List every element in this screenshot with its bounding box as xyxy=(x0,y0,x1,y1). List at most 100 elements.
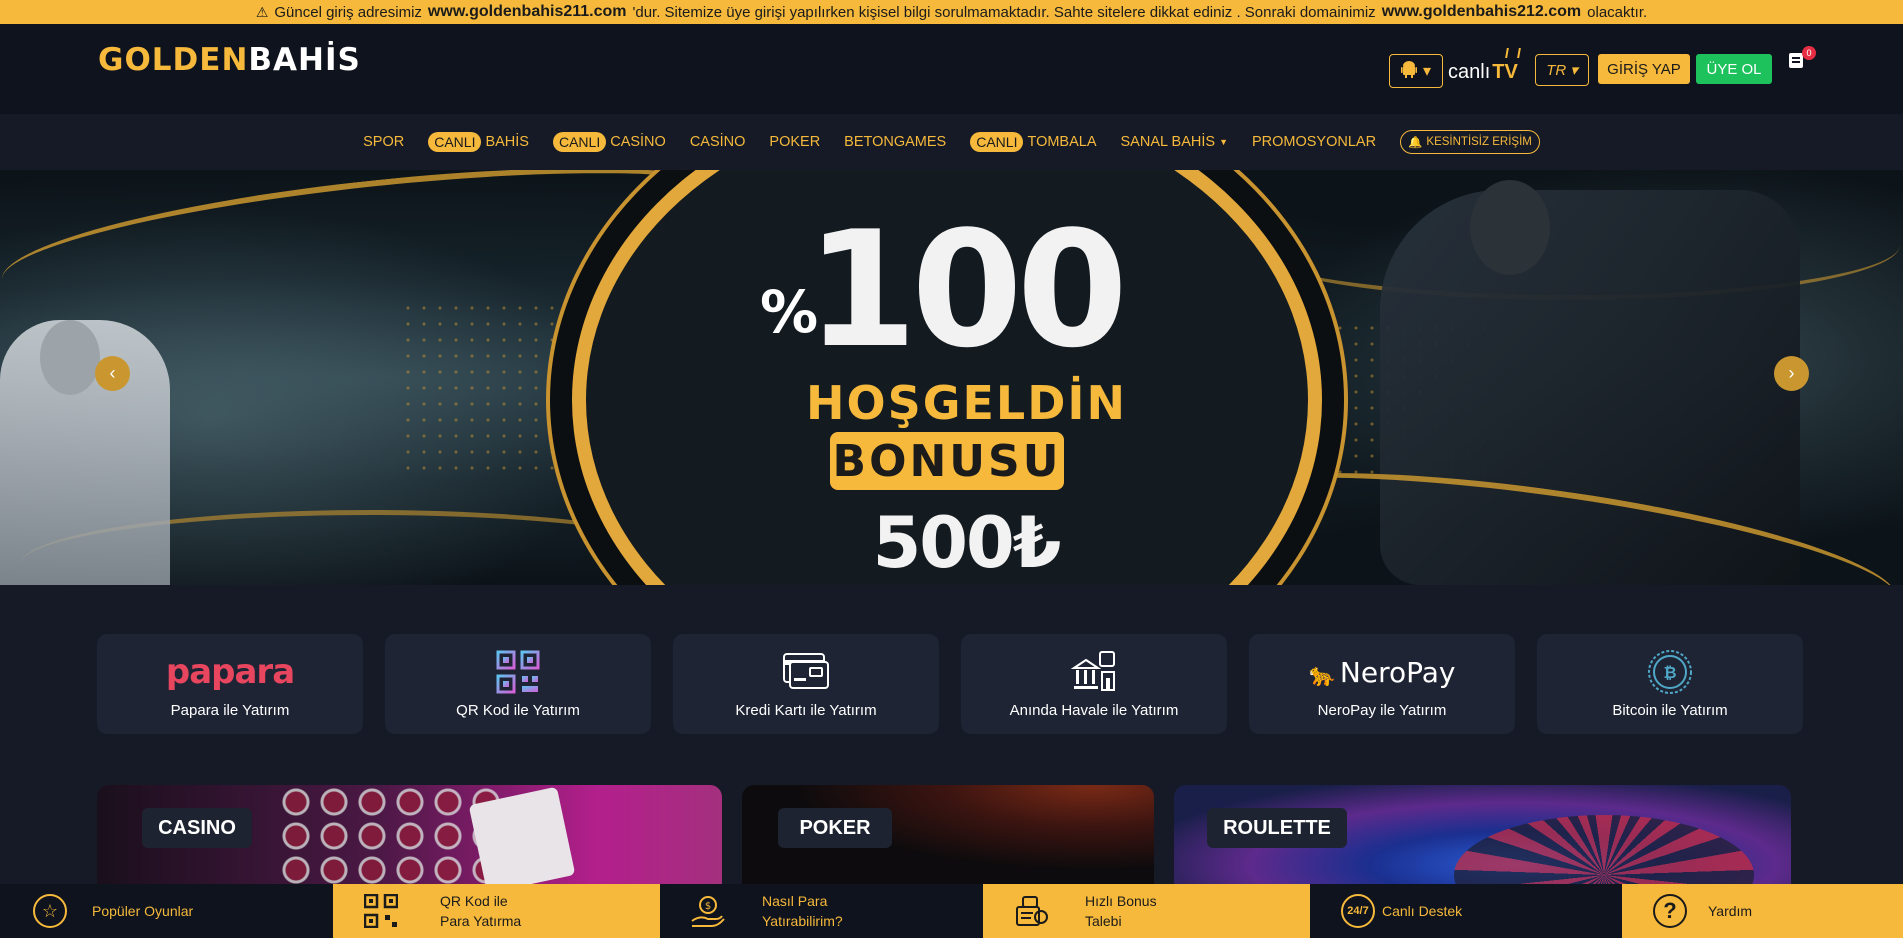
language-selector[interactable]: TR ▾ xyxy=(1535,54,1589,86)
neropay-logo: 🐆 NeroPay xyxy=(1309,656,1456,689)
bonus-amount: 500₺ xyxy=(872,502,1062,584)
casino-tile[interactable]: CASINO xyxy=(97,785,722,885)
nav-casino[interactable]: CASİNO xyxy=(690,134,746,150)
poker-tile[interactable]: POKER xyxy=(742,785,1154,885)
how-to-deposit-line1: Nasıl Para xyxy=(762,893,828,909)
carousel-prev-button[interactable]: ‹ xyxy=(95,356,130,391)
nav-label: SPOR xyxy=(363,134,405,150)
help-label: Yardım xyxy=(1708,903,1753,919)
kesintisiz-label: KESİNTİSİZ ERİŞİM xyxy=(1426,136,1532,148)
payment-bitcoin[interactable]: ₿ Bitcoin ile Yatırım xyxy=(1537,634,1803,734)
kesintisiz-erisim-button[interactable]: 🔔 KESİNTİSİZ ERİŞİM xyxy=(1400,130,1540,154)
current-domain: www.goldenbahis211.com xyxy=(427,3,627,20)
qr-deposit-line1: QR Kod ile xyxy=(440,893,508,909)
chevron-down-icon: ▾ xyxy=(1570,62,1578,79)
language-code: TR xyxy=(1546,61,1567,79)
announcement-text-3: olacaktır. xyxy=(1587,3,1648,21)
bonus-percent: 100 xyxy=(806,196,1128,383)
roulette-tile[interactable]: ROULETTE xyxy=(1174,785,1791,885)
nav-canli-casino[interactable]: CANLI CASİNO xyxy=(552,132,666,152)
payment-label: Papara ile Yatırım xyxy=(170,702,290,719)
login-button[interactable]: GİRİŞ YAP xyxy=(1598,54,1690,84)
qr-code-icon xyxy=(364,894,398,928)
payment-label: Kredi Kartı ile Yatırım xyxy=(735,702,877,719)
caret-down-icon: ▼ xyxy=(1219,137,1228,147)
nav-sanal-bahis[interactable]: SANAL BAHİS ▼ xyxy=(1121,134,1228,150)
chevron-left-icon: ‹ xyxy=(109,363,116,383)
notifications-button[interactable]: 0 xyxy=(1787,46,1816,74)
qr-code-icon xyxy=(496,650,540,694)
qr-deposit-button[interactable]: QR Kod ile Para Yatırma xyxy=(333,884,660,938)
nav-spor[interactable]: SPOR xyxy=(363,134,404,150)
signup-button[interactable]: ÜYE OL xyxy=(1696,54,1772,84)
money-hand-icon: $ xyxy=(691,896,725,927)
payment-qr[interactable]: QR Kod ile Yatırım xyxy=(385,634,651,734)
casino-tile-label: CASINO xyxy=(142,808,252,848)
bitcoin-icon: ₿ xyxy=(1648,650,1692,694)
qr-deposit-label: QR Kod ile Para Yatırma xyxy=(440,891,521,931)
live-support-button[interactable]: 24/7 Canlı Destek xyxy=(1310,884,1622,938)
star-icon: ☆ xyxy=(33,894,67,928)
message-icon xyxy=(1789,53,1803,68)
payment-label: NeroPay ile Yatırım xyxy=(1317,702,1447,719)
android-app-dropdown[interactable]: ▾ xyxy=(1389,54,1443,88)
roulette-wheel-image xyxy=(1454,815,1754,885)
site-logo[interactable]: GOLDENBAHİS xyxy=(98,42,361,78)
nav-label: CASİNO xyxy=(689,134,746,150)
chevron-down-icon: ▾ xyxy=(1422,63,1432,80)
announcement-text-2: 'dur. Sitemize üye girişi yapılırken kiş… xyxy=(632,3,1376,21)
support-24-7-icon: 24/7 xyxy=(1341,894,1375,928)
quick-bonus-button[interactable]: Hızlı Bonus Talebi xyxy=(983,884,1310,938)
announcement-text-1: Güncel giriş adresimiz xyxy=(274,3,422,21)
payment-credit-card[interactable]: Kredi Kartı ile Yatırım xyxy=(673,634,939,734)
neropay-logo-text: NeroPay xyxy=(1339,655,1456,689)
nav-betongames[interactable]: BETONGAMES xyxy=(844,134,946,150)
casino-chips-image xyxy=(277,785,507,885)
canli-badge: CANLI xyxy=(552,132,607,152)
payment-papara[interactable]: papara Papara ile Yatırım xyxy=(97,634,363,734)
quick-bonus-line1: Hızlı Bonus xyxy=(1085,893,1157,909)
papara-logo: papara xyxy=(165,652,295,692)
payment-label: QR Kod ile Yatırım xyxy=(456,702,580,719)
payment-label: Bitcoin ile Yatırım xyxy=(1612,702,1728,719)
popular-games-button[interactable]: ☆ Popüler Oyunlar xyxy=(0,884,333,938)
nav-canli-tombala[interactable]: CANLI TOMBALA xyxy=(970,132,1097,152)
credit-card-icon xyxy=(783,653,829,689)
nav-poker[interactable]: POKER xyxy=(769,134,820,150)
nav-label: SANAL BAHİS xyxy=(1120,134,1216,150)
svg-text:$: $ xyxy=(705,901,711,912)
nav-canli-bahis[interactable]: CANLI BAHİS xyxy=(428,132,529,152)
hosgeldin-text: HOŞGELDİN xyxy=(806,376,1128,430)
panther-icon: 🐆 xyxy=(1308,662,1336,688)
playing-cards-image xyxy=(468,786,576,885)
canli-tv-link[interactable]: canlı TV xyxy=(1448,48,1526,94)
roulette-tile-label: ROULETTE xyxy=(1207,808,1347,848)
qr-deposit-line2: Para Yatırma xyxy=(440,913,522,929)
next-domain: www.goldenbahis212.com xyxy=(1381,3,1582,20)
bonus-request-icon xyxy=(1016,896,1048,926)
warning-icon: ⚠ xyxy=(255,3,269,20)
logo-golden: GOLDEN xyxy=(98,42,249,78)
question-icon: ? xyxy=(1653,894,1687,928)
live-support-label: Canlı Destek xyxy=(1382,903,1463,919)
poker-tile-label: POKER xyxy=(778,808,892,848)
football-player-right-head xyxy=(1470,180,1550,275)
chevron-right-icon: › xyxy=(1788,363,1795,383)
hero-banner[interactable]: % 100 HOŞGELDİN BONUSU 500₺ ‹ › xyxy=(0,170,1903,585)
canli-badge: CANLI xyxy=(428,132,482,152)
carousel-next-button[interactable]: › xyxy=(1774,356,1809,391)
main-nav: SPOR CANLI BAHİS CANLI CASİNO CASİNO POKER… xyxy=(0,114,1903,170)
quick-bonus-label: Hızlı Bonus Talebi xyxy=(1085,891,1157,931)
android-icon xyxy=(1400,60,1417,83)
bell-icon: 🔔 xyxy=(1408,137,1423,149)
how-to-deposit-button[interactable]: $ Nasıl Para Yatırabilirim? xyxy=(660,884,983,938)
nav-promosyonlar[interactable]: PROMOSYONLAR xyxy=(1252,134,1376,150)
gold-dots xyxy=(400,300,600,480)
nav-label: BETONGAMES xyxy=(844,134,947,150)
payment-havale[interactable]: Anında Havale ile Yatırım xyxy=(961,634,1227,734)
bonusu-badge: BONUSU xyxy=(830,432,1064,490)
help-button[interactable]: ? Yardım xyxy=(1622,884,1903,938)
payment-neropay[interactable]: 🐆 NeroPay NeroPay ile Yatırım xyxy=(1249,634,1515,734)
nav-label: TOMBALA xyxy=(1027,134,1097,150)
tv-antenna-icon xyxy=(1505,48,1521,58)
